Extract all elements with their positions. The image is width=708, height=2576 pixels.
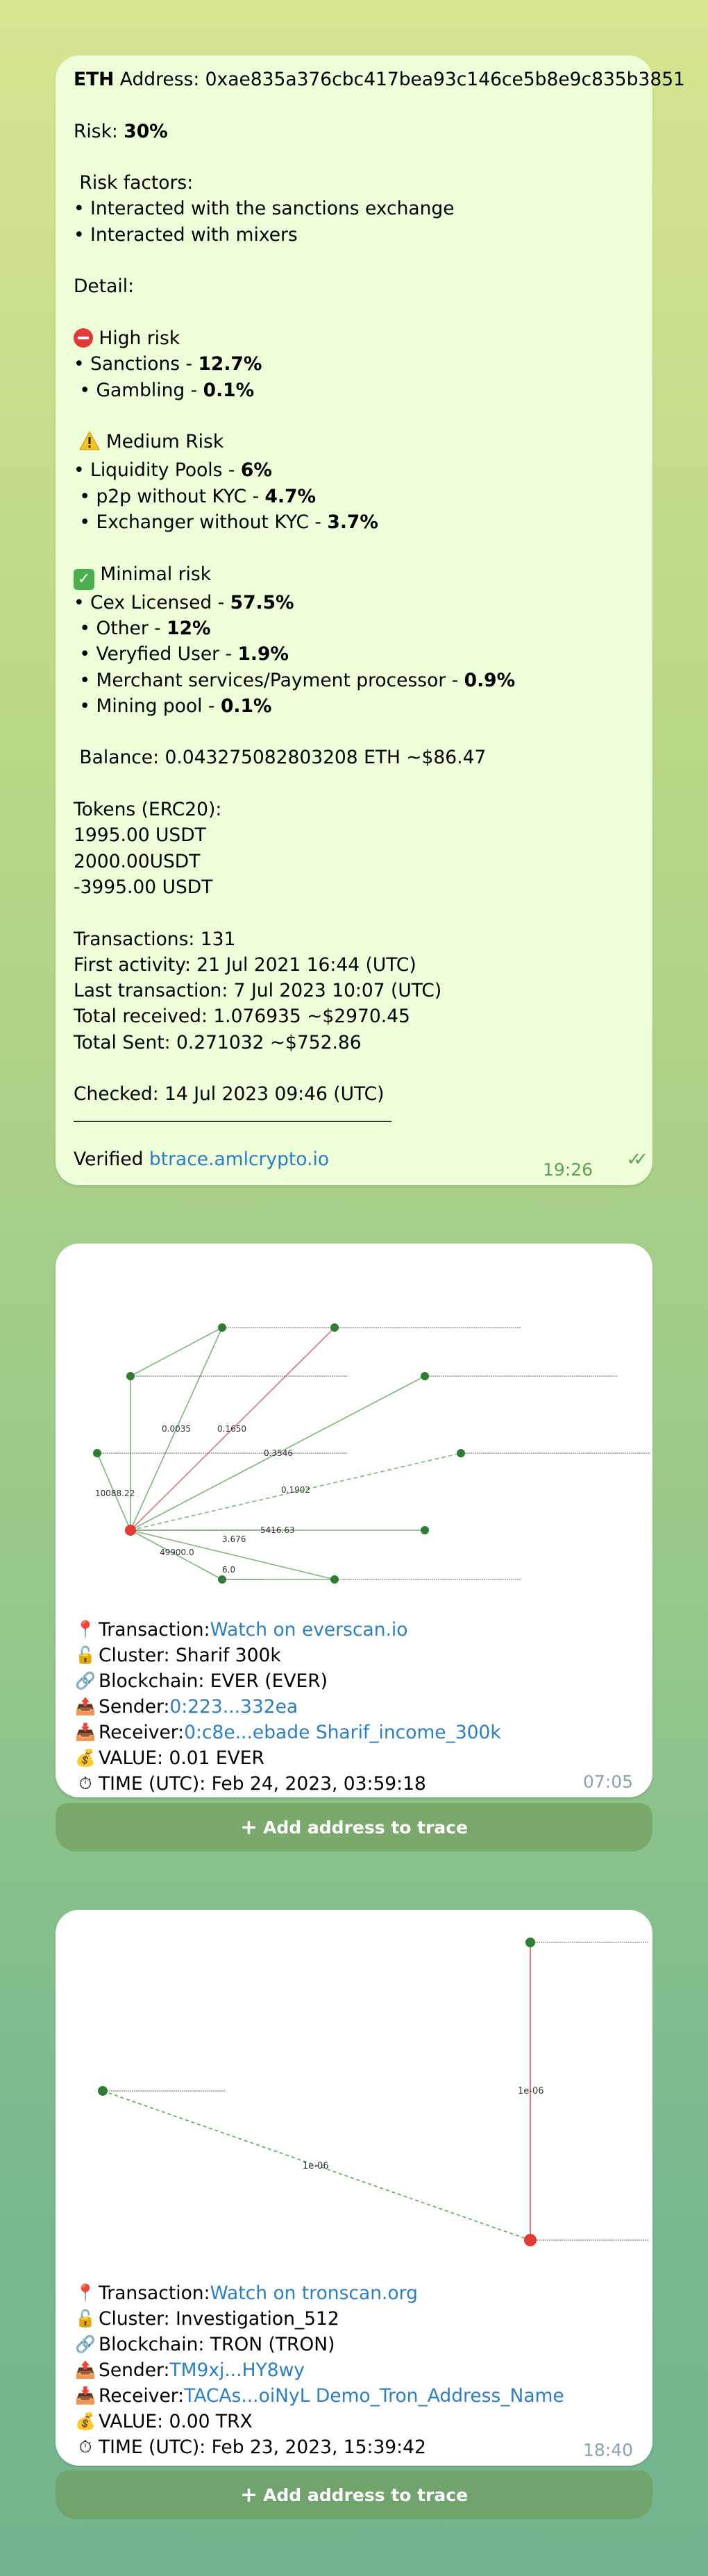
- plus-icon: +: [239, 2482, 258, 2507]
- first-activity: First activity: 21 Jul 2021 16:44 (UTC): [74, 954, 416, 976]
- risk-item: • Sanctions - 12.7%: [74, 353, 262, 375]
- double-check-icon: ✓✓: [626, 1149, 648, 1170]
- checked-date: Checked: 14 Jul 2023 09:46 (UTC): [74, 1083, 385, 1105]
- time-utc-line: ⏱ TIME (UTC): Feb 23, 2023, 15:39:42: [74, 2434, 426, 2459]
- check-mark-icon: ✓: [74, 568, 94, 590]
- risk-factor: • Interacted with mixers: [74, 223, 298, 246]
- transaction-line: 📍 Transaction: Watch on tronscan.org: [74, 2280, 418, 2305]
- transaction-message: 0.0035 0.1650 0.3546 10088.22 0.1902 3.6…: [56, 1244, 652, 1797]
- medium-risk-title: Medium Risk: [100, 431, 224, 453]
- edge-label: 49900.0: [160, 1548, 194, 1557]
- risk-item: • Liquidity Pools - 6%: [74, 459, 272, 482]
- pin-icon: 📍: [75, 2283, 96, 2303]
- total-sent: Total Sent: 0.271032 ~$752.86: [74, 1031, 362, 1053]
- time-utc-line: ⏱ TIME (UTC): Feb 24, 2023, 03:59:18: [74, 1771, 426, 1796]
- verified-link[interactable]: btrace.amlcrypto.io: [149, 1149, 329, 1170]
- message-time: 07:05: [582, 1772, 633, 1792]
- edge-label: 10088.22: [95, 1489, 135, 1498]
- cluster-line: 🔓 Cluster: Sharif 300k: [74, 1643, 281, 1668]
- token-item: 2000.00USDT: [74, 850, 201, 872]
- receiver-link[interactable]: TACAs...oiNyL Demo_Tron_Address_Name: [184, 2385, 564, 2407]
- edge-label: 3.676: [222, 1534, 246, 1544]
- last-transaction: Last transaction: 7 Jul 2023 10:07 (UTC): [74, 980, 442, 1002]
- edge-label: 1e-06: [518, 2086, 544, 2096]
- receiver-line: 📥 Receiver: 0:c8e...ebade Sharif_income_3…: [74, 1720, 501, 1745]
- edge-label: 0.1902: [281, 1485, 310, 1495]
- value-line: 💰 VALUE: 0.00 TRX: [74, 2409, 253, 2434]
- transaction-graph[interactable]: 0.0035 0.1650 0.3546 10088.22 0.1902 3.6…: [56, 1244, 652, 1618]
- plus-icon: +: [239, 1815, 258, 1840]
- transaction-graph[interactable]: 1e-06 1e-06: [56, 1910, 652, 2278]
- tokens-title: Tokens (ERC20):: [74, 799, 222, 821]
- sender-link[interactable]: TM9xj...HY8wy: [169, 2359, 305, 2381]
- edge-label: 5416.63: [260, 1525, 295, 1535]
- money-bag-icon: 💰: [75, 2412, 96, 2431]
- outbox-tray-icon: 📤: [75, 2360, 96, 2380]
- sender-link[interactable]: 0:223...332ea: [169, 1696, 298, 1718]
- edge-label: 0.0035: [162, 1424, 191, 1434]
- address-line: Address: 0xae835a376cbc417bea93c146ce5b8…: [114, 69, 685, 90]
- inbox-tray-icon: 📥: [75, 1722, 96, 1742]
- value-line: 💰 VALUE: 0.01 EVER: [74, 1745, 264, 1770]
- high-risk-title: High risk: [93, 327, 180, 349]
- balance-line: Balance: 0.043275082803208 ETH ~$86.47: [74, 747, 487, 769]
- transaction-link[interactable]: Watch on everscan.io: [210, 1619, 408, 1641]
- risk-item: • p2p without KYC - 4.7%: [74, 485, 317, 507]
- message-time: 18:40: [582, 2440, 633, 2460]
- lock-icon: 🔓: [75, 1645, 96, 1665]
- add-address-button[interactable]: + Add address to trace: [56, 2471, 652, 2519]
- receiver-link[interactable]: 0:c8e...ebade Sharif_income_300k: [184, 1722, 501, 1743]
- edge-label: 0.1650: [217, 1424, 246, 1434]
- pin-icon: 📍: [75, 1620, 96, 1639]
- sender-line: 📤 Sender: 0:223...332ea: [74, 1694, 298, 1719]
- risk-item: • Gambling - 0.1%: [74, 379, 255, 401]
- risk-item: • Merchant services/Payment processor - …: [74, 669, 516, 691]
- blockchain-line: 🔗 Blockchain: TRON (TRON): [74, 2332, 335, 2357]
- risk-factor: • Interacted with the sanctions exchange: [74, 198, 455, 220]
- outbox-tray-icon: 📤: [75, 1697, 96, 1716]
- risk-label: Risk:: [74, 120, 124, 142]
- stopwatch-icon: ⏱: [78, 2437, 92, 2457]
- risk-item: • Exchanger without KYC - 3.7%: [74, 511, 378, 534]
- report-text: ETH Address: 0xae835a376cbc417bea93c146c…: [74, 67, 685, 1108]
- risk-item: • Mining pool - 0.1%: [74, 695, 272, 717]
- edge-label: 1e-06: [303, 2161, 329, 2171]
- risk-item: • Veryfied User - 1.9%: [74, 643, 289, 666]
- lock-icon: 🔓: [75, 2309, 96, 2328]
- sender-line: 📤 Sender: TM9xj...HY8wy: [74, 2357, 305, 2382]
- blockchain-line: 🔗 Blockchain: EVER (EVER): [74, 1668, 328, 1693]
- token-item: 1995.00 USDT: [74, 824, 206, 847]
- no-entry-icon: [74, 328, 93, 348]
- minimal-risk-title: Minimal risk: [94, 563, 212, 585]
- risk-value: 30%: [124, 120, 168, 142]
- divider: [74, 1121, 391, 1122]
- total-received: Total received: 1.076935 ~$2970.45: [74, 1006, 410, 1028]
- stopwatch-icon: ⏱: [78, 1774, 92, 1793]
- receiver-line: 📥 Receiver: TACAs...oiNyL Demo_Tron_Addre…: [74, 2383, 564, 2408]
- risk-item: • Other - 12%: [74, 617, 211, 639]
- add-address-button[interactable]: + Add address to trace: [56, 1803, 652, 1852]
- cluster-line: 🔓 Cluster: Investigation_512: [74, 2306, 339, 2331]
- risk-factors-title: Risk factors:: [74, 172, 194, 194]
- edge-label: 6.0: [222, 1565, 235, 1575]
- transaction-line: 📍 Transaction: Watch on everscan.io: [74, 1617, 407, 1642]
- link-icon: 🔗: [75, 1671, 96, 1690]
- edge-label: 0.3546: [264, 1448, 293, 1458]
- risk-item: • Cex Licensed - 57.5%: [74, 591, 294, 613]
- money-bag-icon: 💰: [75, 1748, 96, 1768]
- aml-report-message: ETH Address: 0xae835a376cbc417bea93c146c…: [56, 56, 685, 1185]
- transactions-count: Transactions: 131: [74, 928, 236, 950]
- coin-label: ETH: [74, 69, 115, 90]
- inbox-tray-icon: 📥: [75, 2386, 96, 2405]
- message-time: 19:26: [542, 1160, 593, 1180]
- detail-label: Detail:: [74, 276, 134, 298]
- transaction-link[interactable]: Watch on tronscan.org: [210, 2282, 418, 2304]
- transaction-message: 1e-06 1e-06 📍 Transaction: Watch on trons…: [56, 1910, 652, 2466]
- warning-icon: [79, 431, 101, 457]
- link-icon: 🔗: [75, 2334, 96, 2354]
- token-item: -3995.00 USDT: [74, 876, 213, 898]
